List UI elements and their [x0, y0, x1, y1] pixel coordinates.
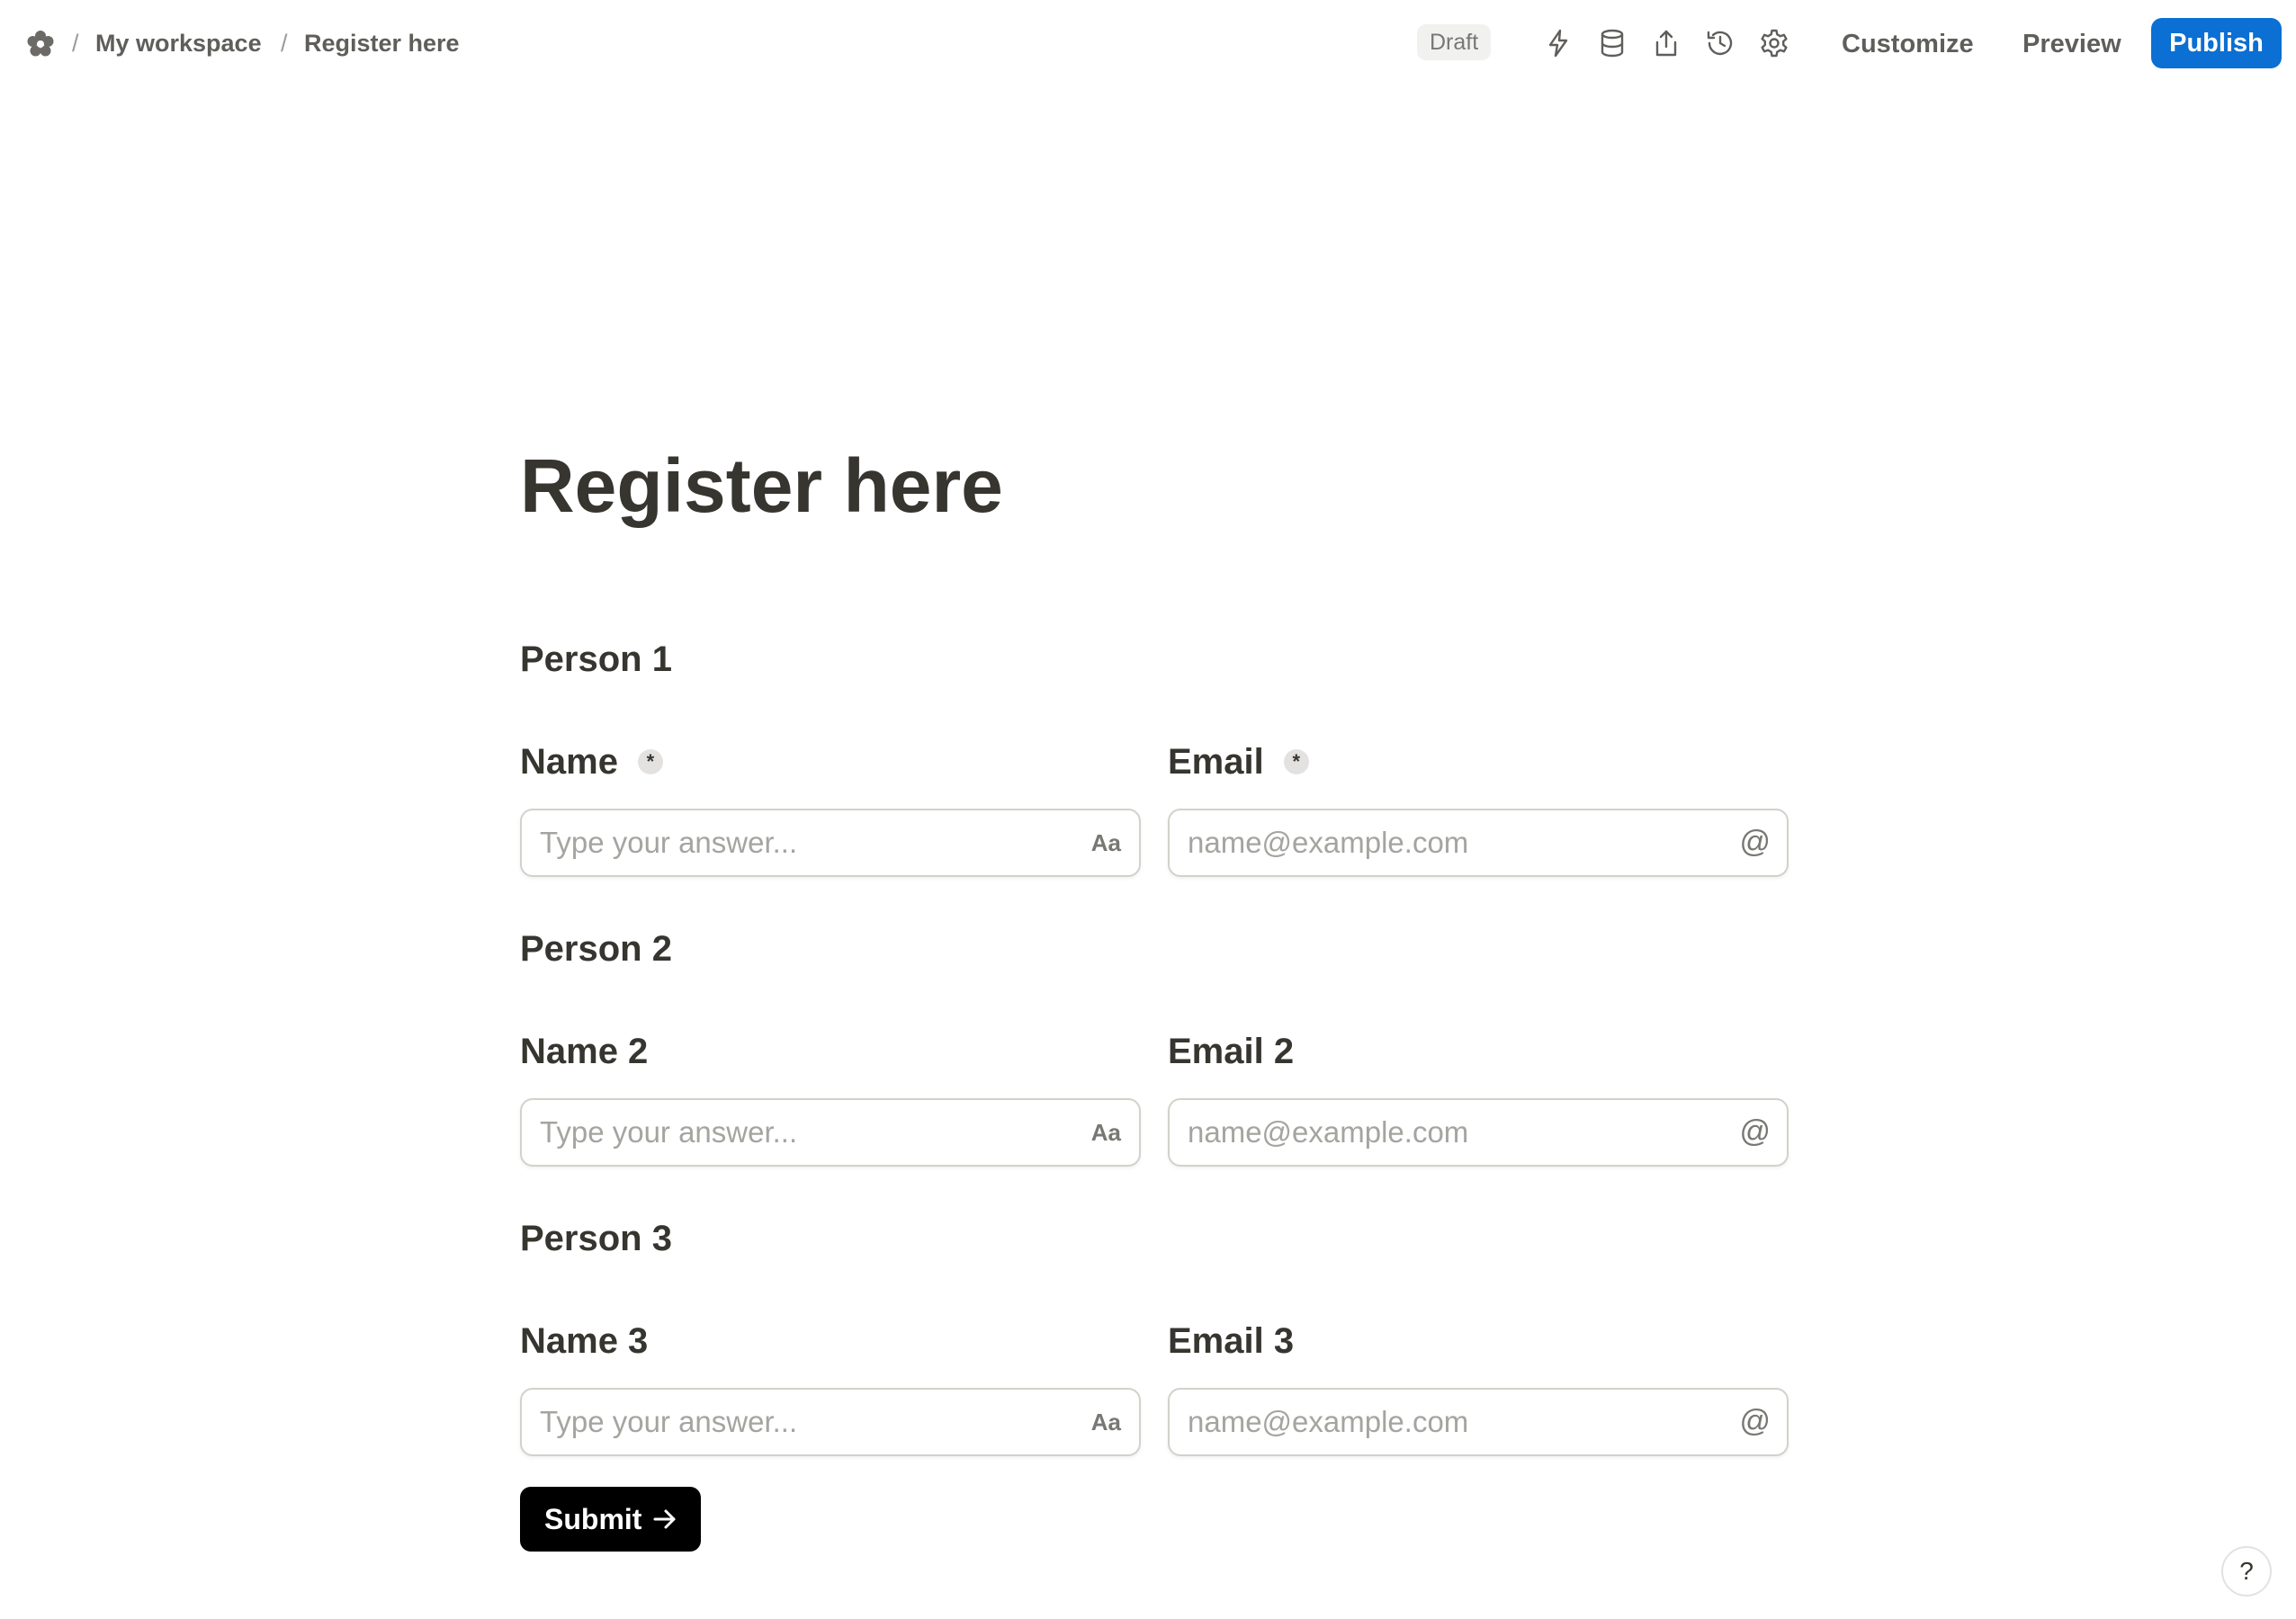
name-3-field[interactable]: Aa — [520, 1388, 1141, 1456]
name-2-input[interactable] — [540, 1100, 1062, 1165]
email-3-field[interactable]: @ — [1168, 1388, 1789, 1456]
field-label-text: Name 3 — [520, 1321, 649, 1361]
text-type-icon: Aa — [1090, 1409, 1121, 1436]
settings-icon[interactable] — [1756, 25, 1792, 61]
lightning-icon[interactable] — [1540, 25, 1576, 61]
text-type-icon: Aa — [1090, 1119, 1121, 1146]
email-input[interactable] — [1188, 810, 1709, 875]
submit-button-label: Submit — [544, 1503, 642, 1535]
name-input[interactable] — [540, 810, 1062, 875]
field-label-text: Name — [520, 742, 618, 782]
name-field[interactable]: Aa — [520, 809, 1141, 877]
name-3-input[interactable] — [540, 1390, 1062, 1454]
database-icon[interactable] — [1594, 25, 1630, 61]
top-bar: / My workspace / Register here Draft Cus… — [0, 0, 2296, 90]
arrow-right-icon — [653, 1509, 676, 1529]
at-sign-icon: @ — [1739, 825, 1771, 859]
email-2-field[interactable]: @ — [1168, 1098, 1789, 1167]
section-heading-person-2: Person 2 — [520, 929, 672, 969]
flower-logo-icon[interactable] — [25, 29, 56, 59]
help-button[interactable]: ? — [2221, 1546, 2272, 1597]
email-field[interactable]: @ — [1168, 809, 1789, 877]
submit-button[interactable]: Submit — [520, 1487, 701, 1552]
field-label-text: Email 2 — [1168, 1032, 1295, 1071]
field-label-name-3: Name 3 — [520, 1319, 648, 1364]
field-label-name: Name * — [520, 739, 663, 784]
field-label-text: Email 3 — [1168, 1321, 1295, 1361]
at-sign-icon: @ — [1739, 1404, 1771, 1438]
section-heading-person-3: Person 3 — [520, 1219, 672, 1258]
required-icon: * — [637, 749, 663, 774]
email-2-input[interactable] — [1188, 1100, 1709, 1165]
field-label-text: Email — [1168, 742, 1264, 782]
at-sign-icon: @ — [1739, 1114, 1771, 1149]
text-type-icon: Aa — [1090, 829, 1121, 856]
customize-button[interactable]: Customize — [1842, 23, 1974, 65]
history-icon[interactable] — [1702, 25, 1738, 61]
status-badge: Draft — [1417, 24, 1492, 60]
share-icon[interactable] — [1648, 25, 1684, 61]
breadcrumb-workspace[interactable]: My workspace — [95, 27, 262, 59]
field-label-name-2: Name 2 — [520, 1029, 648, 1074]
field-label-email-2: Email 2 — [1168, 1029, 1294, 1074]
breadcrumb-separator: / — [72, 30, 79, 57]
required-icon: * — [1283, 749, 1309, 774]
preview-button[interactable]: Preview — [2022, 23, 2121, 65]
field-label-email-3: Email 3 — [1168, 1319, 1294, 1364]
breadcrumb-separator: / — [281, 30, 288, 57]
form-title[interactable]: Register here — [520, 439, 1003, 532]
email-3-input[interactable] — [1188, 1390, 1709, 1454]
section-heading-person-1: Person 1 — [520, 640, 672, 679]
field-label-email: Email * — [1168, 739, 1309, 784]
name-2-field[interactable]: Aa — [520, 1098, 1141, 1167]
publish-button[interactable]: Publish — [2151, 18, 2282, 68]
field-label-text: Name 2 — [520, 1032, 649, 1071]
breadcrumb-current-page[interactable]: Register here — [304, 27, 460, 59]
